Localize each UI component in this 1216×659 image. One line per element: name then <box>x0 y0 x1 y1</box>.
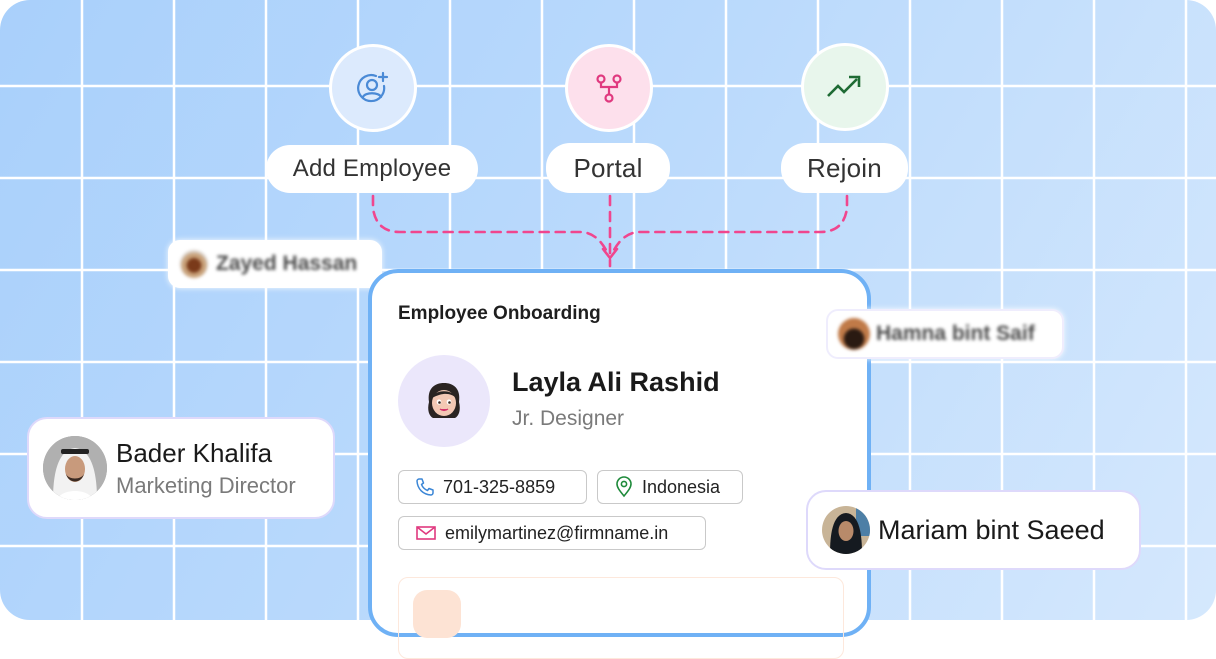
zayed-name: Zayed Hassan <box>216 252 358 275</box>
portal-node[interactable] <box>565 44 653 132</box>
rejoin-text: Rejoin <box>807 152 882 183</box>
mariam-avatar <box>822 506 870 554</box>
email-value: emilymartinez@firmname.in <box>445 522 669 543</box>
hamna-name: Hamna bint Saif <box>876 322 1035 345</box>
inner-section-card <box>398 577 844 659</box>
portal-text: Portal <box>573 152 643 183</box>
add-employee-node[interactable] <box>329 44 417 132</box>
person-chip-zayed[interactable]: Zayed Hassan <box>168 240 382 288</box>
bader-photo-icon <box>43 436 107 500</box>
rejoin-node[interactable] <box>801 43 889 131</box>
rejoin-label[interactable]: Rejoin <box>781 143 908 193</box>
phone-chip[interactable]: 701-325-8859 <box>398 470 587 504</box>
zayed-avatar <box>180 250 208 278</box>
hamna-avatar <box>838 318 870 350</box>
hamna-blur-group: Hamna bint Saif <box>828 318 1035 350</box>
employee-avatar <box>398 355 490 447</box>
location-chip[interactable]: Indonesia <box>597 470 743 504</box>
employee-onboarding-card: Employee Onboarding Layla Ali Rashid Jr.… <box>368 269 871 659</box>
phone-value: 701-325-8859 <box>443 476 556 497</box>
employee-role: Jr. Designer <box>512 407 625 430</box>
mariam-name: Mariam bint Saeed <box>878 514 1105 545</box>
add-employee-text: Add Employee <box>292 155 452 182</box>
person-chip-hamna[interactable]: Hamna bint Saif <box>826 309 1064 359</box>
person-card-bader[interactable]: Bader Khalifa Marketing Director <box>27 417 335 519</box>
add-employee-label[interactable]: Add Employee <box>266 145 478 193</box>
bader-text: Bader Khalifa Marketing Director <box>116 438 296 499</box>
bader-avatar <box>43 436 107 500</box>
bader-role: Marketing Director <box>116 472 296 498</box>
person-card-mariam[interactable]: Mariam bint Saeed <box>806 490 1141 570</box>
mail-icon <box>416 526 436 540</box>
employee-name: Layla Ali Rashid <box>512 367 720 397</box>
location-value: Indonesia <box>642 476 721 497</box>
card-title: Employee Onboarding <box>398 303 601 324</box>
email-chip[interactable]: emilymartinez@firmname.in <box>398 516 706 550</box>
zayed-blur-group: Zayed Hassan <box>170 250 357 278</box>
location-pin-icon <box>616 476 632 498</box>
trending-up-icon <box>827 75 861 97</box>
woman-emoji-icon <box>428 383 460 418</box>
mariam-photo-icon <box>822 506 870 554</box>
portal-label[interactable]: Portal <box>546 143 670 193</box>
inner-section-badge <box>413 590 461 638</box>
user-add-icon <box>357 71 389 103</box>
bader-name: Bader Khalifa <box>116 437 273 468</box>
fork-icon <box>596 74 622 103</box>
phone-icon <box>416 478 434 496</box>
